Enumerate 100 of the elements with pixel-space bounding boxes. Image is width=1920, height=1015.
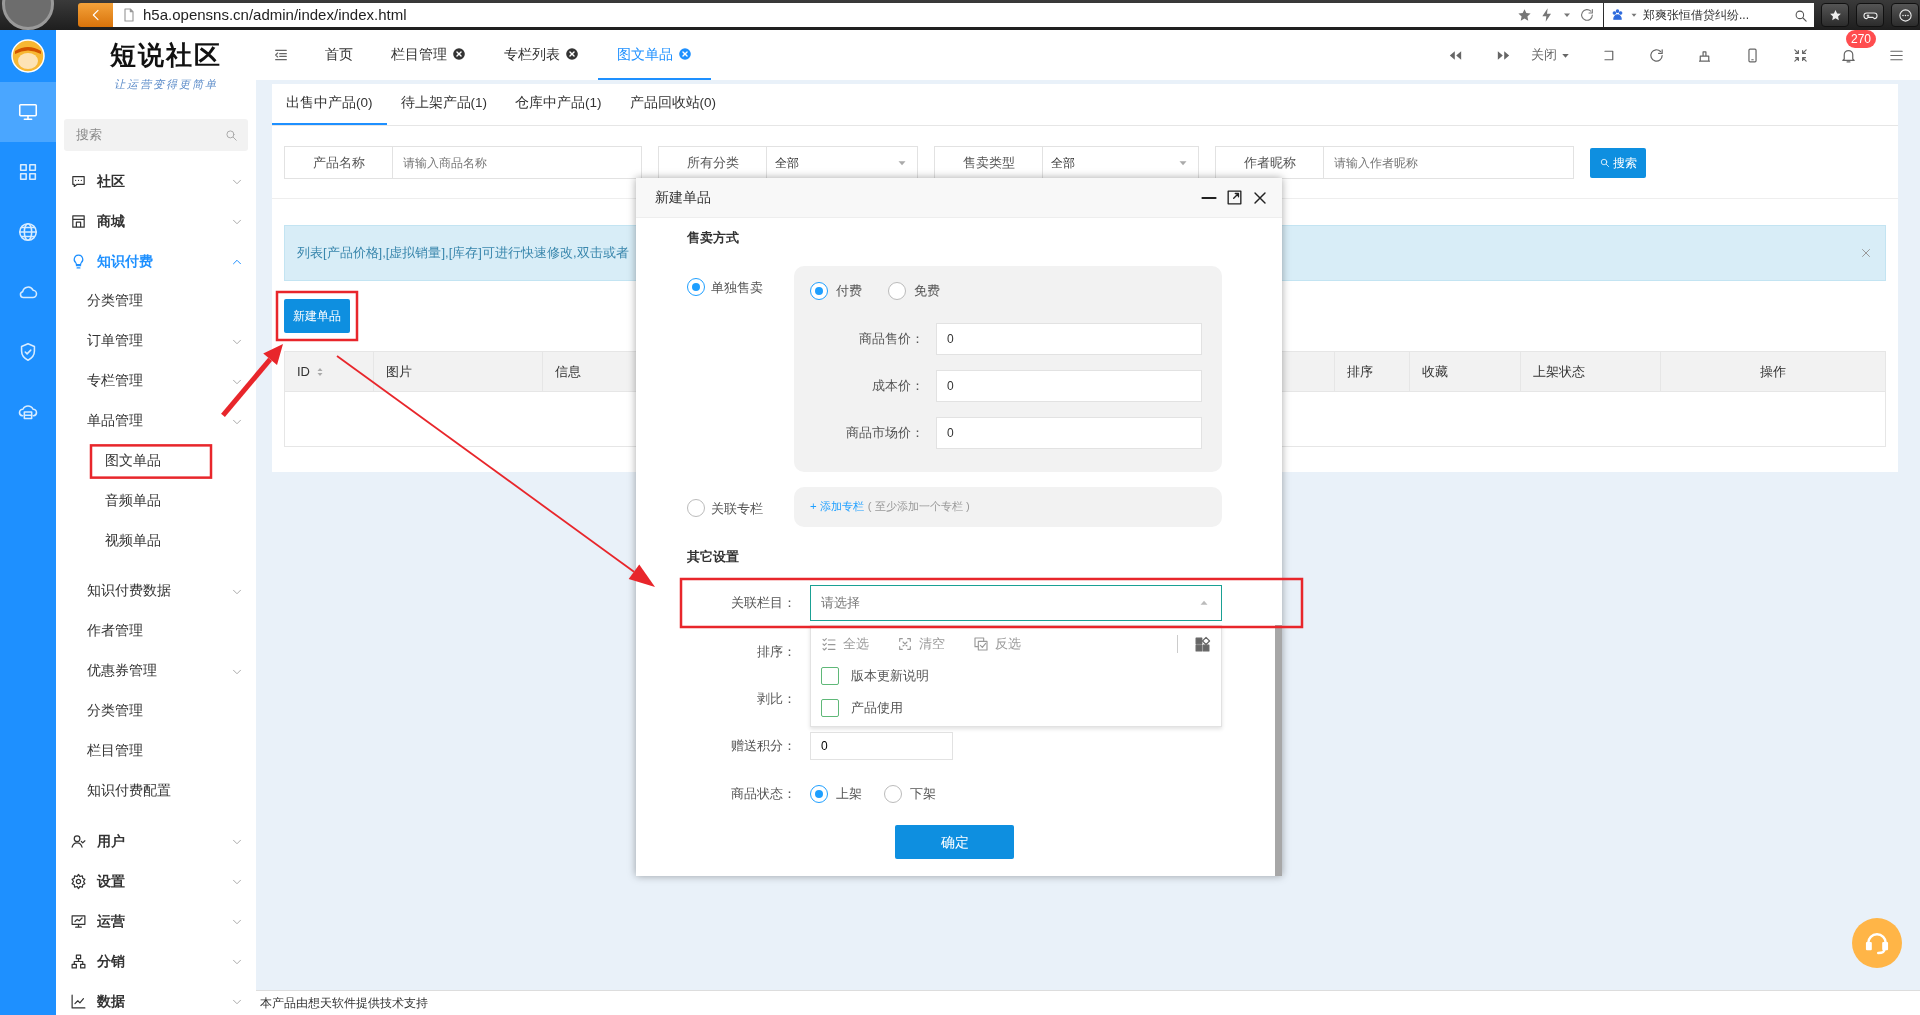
menu-item[interactable]: 商城 — [56, 201, 256, 242]
submenu-item[interactable]: 分类管理 — [56, 691, 256, 732]
chart-icon — [70, 993, 87, 1010]
radio-button[interactable] — [687, 499, 705, 517]
filter-field[interactable]: 产品名称 请输入商品名称 — [284, 146, 642, 179]
page-tab[interactable]: 栏目管理 — [372, 30, 485, 80]
product-tab[interactable]: 待上架产品(1) — [386, 84, 501, 125]
submenu-item[interactable]: 优惠券管理 — [56, 651, 256, 692]
input-field[interactable]: 0 — [936, 323, 1202, 355]
refresh-icon[interactable] — [1579, 7, 1595, 23]
select-field[interactable]: 全部 — [767, 147, 917, 178]
search-query: 郑爽张恒借贷纠纷... — [1643, 7, 1750, 24]
page-tab[interactable]: 首页 — [306, 30, 372, 80]
indent-icon[interactable] — [273, 47, 289, 63]
close-icon[interactable] — [452, 47, 466, 61]
apps-icon[interactable] — [1194, 635, 1211, 653]
option-label[interactable]: 产品使用 — [851, 698, 903, 718]
radio-button[interactable] — [810, 785, 828, 803]
invert-selection-icon — [973, 636, 989, 652]
more-icon[interactable] — [1897, 7, 1913, 23]
submenu-item[interactable]: 分类管理 — [56, 281, 256, 322]
close-tabs-dropdown[interactable]: 关闭 — [1527, 30, 1584, 80]
checkbox[interactable] — [821, 699, 839, 717]
footer-text: 本产品由想天软件提供技术支持 — [260, 996, 428, 1010]
filter-field[interactable]: 作者昵称 请输入作者昵称 — [1215, 146, 1574, 179]
presentation-icon — [70, 913, 87, 930]
input-field[interactable]: 0 — [936, 417, 1202, 449]
alert-text: 列表[产品价格],[虚拟销量],[库存]可进行快速修改,双击或者 — [297, 244, 630, 263]
submenu-item[interactable]: 图文单品 — [56, 441, 256, 482]
submenu-item[interactable]: 栏目管理 — [56, 731, 256, 772]
logo-icon — [11, 39, 45, 73]
radio-label: 免费 — [914, 282, 940, 301]
checkbox[interactable] — [821, 667, 839, 685]
submenu-item[interactable]: 作者管理 — [56, 611, 256, 652]
checklist-icon — [821, 636, 837, 652]
submenu-item[interactable]: 单品管理 — [56, 401, 256, 442]
submenu-item[interactable]: 知识付费配置 — [56, 771, 256, 812]
chat-icon — [70, 173, 87, 190]
field-label: 商品售价： — [858, 330, 924, 349]
notification-count: 270 — [1846, 30, 1877, 48]
radio-button[interactable] — [884, 785, 902, 803]
sitemap-icon — [70, 953, 87, 970]
field-label: 商品状态： — [730, 785, 797, 804]
refresh-icon[interactable] — [1647, 46, 1665, 64]
page-icon — [121, 7, 137, 23]
product-tab[interactable]: 产品回收站(0) — [615, 84, 730, 125]
back-button[interactable] — [78, 3, 113, 27]
logo-subtitle: 让运营变得更简单 — [114, 77, 219, 92]
column-header[interactable]: ID — [297, 361, 326, 382]
column-header: 收藏 — [1409, 351, 1521, 392]
address-bar[interactable]: h5a.opensns.cn/admin/index/index.html — [113, 3, 1603, 27]
radio-label: 下架 — [910, 785, 936, 804]
scrollbar-thumb[interactable] — [1275, 625, 1282, 876]
radio-label: 单独售卖 — [711, 279, 763, 297]
submenu-item[interactable]: 专栏管理 — [56, 361, 256, 402]
radio-button[interactable] — [810, 282, 828, 300]
menu-item[interactable]: 分销 — [56, 941, 256, 982]
menu-item[interactable]: 社区 — [56, 161, 256, 202]
select-field[interactable]: 请选择 — [810, 585, 1222, 621]
more-button[interactable] — [1891, 3, 1919, 27]
product-tab[interactable]: 出售中产品(0) — [272, 84, 387, 125]
page-tab[interactable]: 专栏列表 — [485, 30, 598, 80]
submenu-item[interactable]: 音频单品 — [56, 481, 256, 522]
search-input[interactable]: 搜索 — [74, 123, 224, 146]
games-button[interactable] — [1856, 3, 1884, 27]
option-label[interactable]: 版本更新说明 — [851, 666, 929, 686]
submenu-item[interactable]: 知识付费数据 — [56, 571, 256, 612]
radio-button[interactable] — [687, 278, 705, 296]
selection-clear-icon — [897, 636, 913, 652]
search-field[interactable]: 搜索 — [64, 118, 248, 151]
support-chat-button[interactable] — [1852, 918, 1902, 968]
favorites-button[interactable] — [1821, 3, 1849, 27]
browser-search-field[interactable]: 郑爽张恒借贷纠纷... — [1604, 3, 1814, 27]
column-header: 操作 — [1660, 351, 1886, 392]
column-header: 上架状态 — [1520, 351, 1661, 392]
field-label: 剥比： — [756, 690, 797, 709]
menu-item[interactable]: 设置 — [56, 861, 256, 902]
radio-label: 付费 — [836, 282, 862, 301]
menu-item[interactable]: 用户 — [56, 821, 256, 862]
menu-item[interactable]: 数据 — [56, 981, 256, 1015]
store-icon — [70, 213, 87, 230]
radio-label: 上架 — [836, 785, 862, 804]
select-field[interactable]: 全部 — [1043, 147, 1198, 178]
search-icon — [1599, 157, 1610, 168]
fullscreen-icon[interactable] — [1791, 46, 1809, 64]
field-label: 赠送积分： — [730, 737, 797, 756]
dialog-title: 新建单品 — [655, 188, 712, 207]
field-label: 商品市场价： — [845, 424, 924, 443]
submenu-item[interactable]: 视频单品 — [56, 521, 256, 562]
product-tab[interactable]: 仓库中产品(1) — [501, 84, 616, 125]
close-icon[interactable] — [565, 47, 579, 61]
submenu-item[interactable]: 订单管理 — [56, 321, 256, 362]
maximize-icon[interactable] — [1225, 188, 1244, 207]
input-field[interactable]: 0 — [810, 732, 953, 760]
radio-button[interactable] — [888, 282, 906, 300]
menu-item[interactable]: 运营 — [56, 901, 256, 942]
logo-title: 短说社区 — [110, 39, 223, 72]
column-header: 排序 — [1334, 351, 1410, 392]
field-label: 排序： — [756, 643, 797, 662]
input-field[interactable]: 0 — [936, 370, 1202, 402]
